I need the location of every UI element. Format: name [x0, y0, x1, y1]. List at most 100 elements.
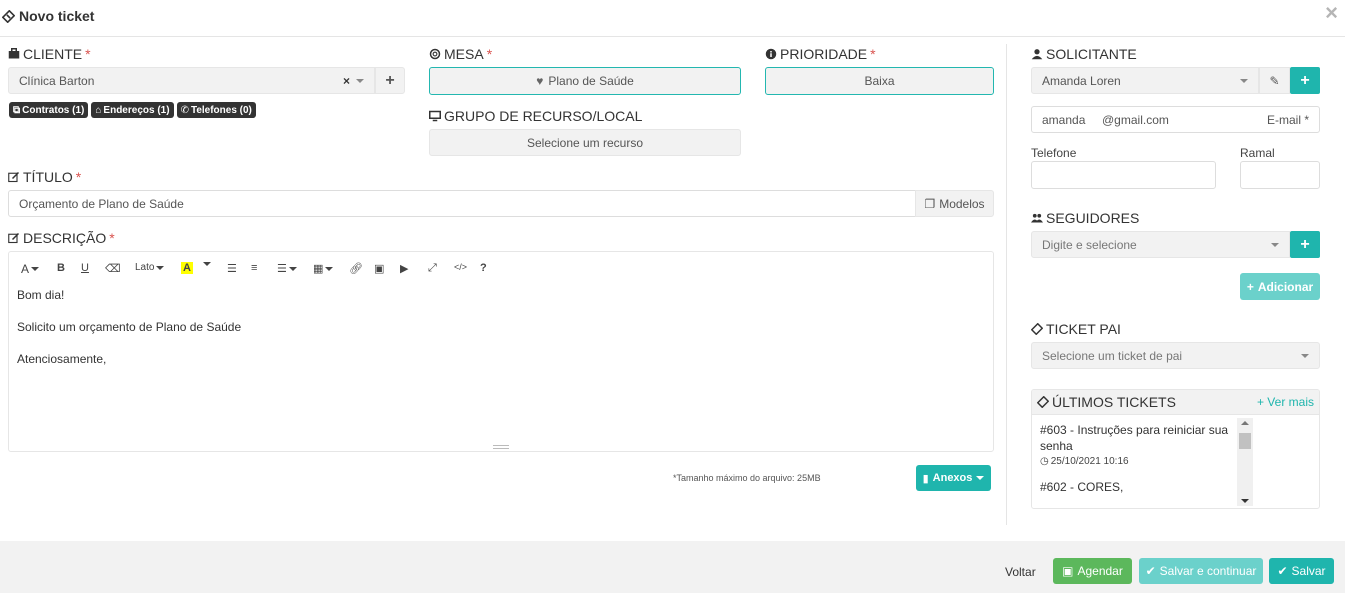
prioridade-select[interactable]: Baixa: [765, 67, 994, 95]
resize-handle[interactable]: [493, 445, 509, 449]
image-icon[interactable]: ▣: [374, 262, 384, 275]
chevron-down-icon: [356, 78, 364, 83]
chevron-down-icon: [1301, 353, 1309, 358]
descricao-label: DESCRIÇÃO *: [8, 230, 115, 246]
heartbeat-icon: ♥: [536, 74, 544, 88]
info-circle-icon: [765, 48, 777, 60]
font-family-button[interactable]: Lato: [135, 262, 165, 273]
add-cliente-button[interactable]: +: [375, 67, 405, 94]
bullet-list-icon[interactable]: ☰: [227, 262, 237, 275]
scroll-down-icon[interactable]: [1241, 499, 1249, 503]
salvar-button[interactable]: ✔ Salvar: [1269, 558, 1334, 584]
clock-icon: ◷: [1040, 456, 1049, 467]
list-item[interactable]: #603 - Instruções para reiniciar sua sen…: [1040, 423, 1235, 467]
anexos-button[interactable]: ▮ Anexos: [916, 465, 991, 491]
ticket-icon: [1031, 323, 1043, 335]
phone-icon: ✆: [180, 104, 189, 116]
modal-title-text: Novo ticket: [19, 8, 95, 24]
telefone-input[interactable]: [1031, 161, 1216, 189]
help-icon[interactable]: ?: [480, 262, 487, 274]
font-size-button[interactable]: A: [21, 262, 40, 276]
bold-button[interactable]: B: [57, 262, 65, 274]
email-field[interactable]: amanda @gmail.com E-mail *: [1031, 106, 1320, 133]
ver-mais-link[interactable]: + Ver mais: [1257, 395, 1314, 409]
table-icon[interactable]: ▦: [313, 262, 334, 275]
seguidores-select[interactable]: Digite e selecione: [1031, 231, 1290, 258]
ticket-pai-select[interactable]: Selecione um ticket de pai: [1031, 342, 1320, 369]
add-solicitante-button[interactable]: +: [1290, 67, 1320, 94]
telefones-tag[interactable]: ✆ Telefones (0): [176, 102, 256, 118]
scroll-up-icon[interactable]: [1241, 421, 1249, 425]
titulo-input[interactable]: Orçamento de Plano de Saúde: [8, 190, 916, 217]
check-icon: ✔: [1145, 564, 1156, 578]
prioridade-label: PRIORIDADE *: [765, 46, 876, 62]
salvar-continuar-button[interactable]: ✔ Salvar e continuar: [1139, 558, 1263, 584]
grupo-select[interactable]: Selecione um recurso: [429, 129, 741, 156]
mesa-select[interactable]: ♥ Plano de Saúde: [429, 67, 741, 95]
add-seguidor-button[interactable]: +: [1290, 231, 1320, 258]
user-icon: [1031, 49, 1043, 60]
seguidores-label: SEGUIDORES: [1031, 210, 1139, 226]
chevron-down-icon: [1271, 242, 1279, 247]
plus-icon: +: [1246, 279, 1254, 294]
code-view-icon[interactable]: </>: [454, 262, 467, 272]
clear-icon[interactable]: ×: [343, 74, 350, 88]
contratos-tag[interactable]: ⧉ Contratos (1): [9, 102, 89, 118]
scroll-thumb[interactable]: [1239, 433, 1251, 449]
ticket-icon: [2, 9, 15, 23]
highlight-button[interactable]: A: [181, 262, 193, 274]
highlight-dropdown[interactable]: [203, 262, 211, 266]
link-icon[interactable]: 🔗︎: [349, 262, 363, 275]
file-size-note: *Tamanho máximo do arquivo: 25MB: [673, 473, 821, 483]
edit-solicitante-button[interactable]: ✎: [1259, 67, 1290, 94]
pencil-icon: ✎: [1269, 73, 1280, 88]
chevron-down-icon: [1240, 78, 1248, 83]
ultimos-tickets-panel: ÚLTIMOS TICKETS + Ver mais #603 - Instru…: [1031, 389, 1320, 509]
voltar-link[interactable]: Voltar: [1005, 565, 1036, 579]
scrollbar[interactable]: [1237, 418, 1253, 506]
cliente-label: CLIENTE *: [8, 46, 91, 62]
description-editor[interactable]: A B U ⌫ Lato A ☰ ≡ ☰ ▦ 🔗︎ ▣ ▶ ⤢ </> ? Bo…: [8, 251, 994, 452]
copy-icon: ❐: [924, 196, 936, 211]
titulo-label: TÍTULO *: [8, 169, 81, 185]
agendar-button[interactable]: ▣ Agendar: [1053, 558, 1132, 584]
edit-icon: [8, 171, 20, 183]
file-icon: ▮: [922, 472, 929, 485]
monitor-icon: [429, 110, 441, 122]
home-icon: ⌂: [95, 104, 102, 116]
enderecos-tag[interactable]: ⌂ Endereços (1): [91, 102, 174, 118]
cliente-select[interactable]: Clínica Barton ×: [8, 67, 375, 94]
fullscreen-icon[interactable]: ⤢: [428, 262, 437, 275]
header-divider: [0, 36, 1345, 37]
ramal-label: Ramal: [1240, 146, 1275, 160]
check-icon: ✔: [1277, 564, 1288, 578]
adicionar-button[interactable]: + Adicionar: [1240, 273, 1320, 300]
telefone-label: Telefone: [1031, 146, 1077, 160]
modal-title: Novo ticket: [2, 8, 94, 24]
solicitante-label: SOLICITANTE: [1031, 46, 1137, 62]
numbered-list-icon[interactable]: ≡: [251, 262, 257, 274]
lifebuoy-icon: [429, 48, 441, 60]
ticket-icon: [1037, 396, 1049, 408]
description-line-3: Atenciosamente,: [17, 352, 107, 366]
close-icon[interactable]: ×: [1325, 2, 1338, 24]
column-divider: [1006, 44, 1007, 525]
description-line-1: Bom dia!: [17, 288, 65, 302]
modelos-button[interactable]: ❐ Modelos: [915, 190, 994, 217]
list-item[interactable]: #602 - CORES,: [1040, 480, 1123, 494]
align-icon[interactable]: ☰: [277, 262, 297, 275]
briefcase-icon: [8, 48, 20, 59]
ramal-input[interactable]: [1240, 161, 1320, 189]
underline-button[interactable]: U: [81, 262, 89, 274]
edit-icon: [8, 232, 20, 244]
ultimos-tickets-label: ÚLTIMOS TICKETS: [1037, 394, 1176, 410]
grupo-label: GRUPO DE RECURSO/LOCAL: [429, 108, 642, 124]
users-icon: [1031, 213, 1043, 223]
mesa-label: MESA *: [429, 46, 492, 62]
copy-icon: ⧉: [13, 104, 21, 116]
ticket-pai-label: TICKET PAI: [1031, 321, 1121, 337]
eraser-icon[interactable]: ⌫: [105, 262, 121, 275]
solicitante-select[interactable]: Amanda Loren: [1031, 67, 1259, 94]
description-line-2: Solicito um orçamento de Plano de Saúde: [17, 320, 242, 334]
video-icon[interactable]: ▶: [400, 262, 408, 275]
